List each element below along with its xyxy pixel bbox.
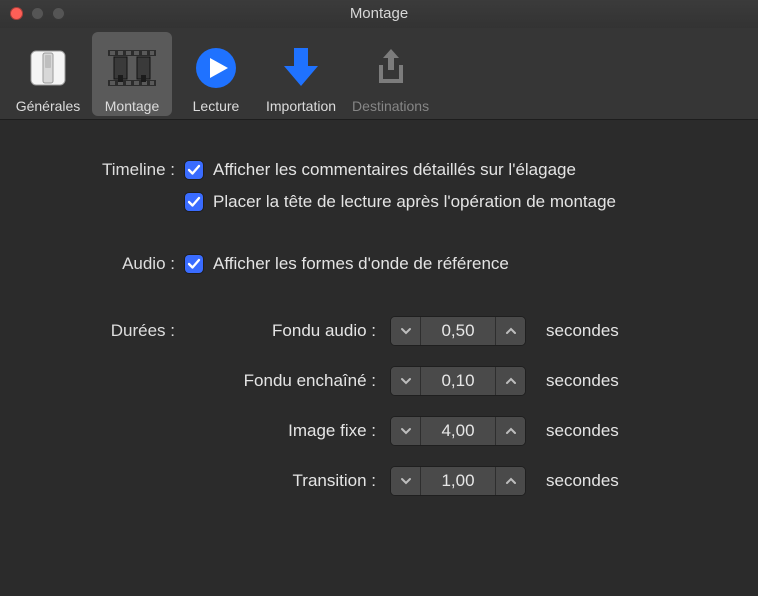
stepper-increment[interactable] <box>495 467 525 495</box>
close-window-button[interactable] <box>10 7 23 20</box>
duration-label: Transition : <box>30 471 390 491</box>
unit-label: secondes <box>546 421 619 441</box>
stepper-decrement[interactable] <box>391 467 421 495</box>
toolbar-tab-import[interactable]: Importation <box>260 32 342 116</box>
stepper-value: 4,00 <box>421 417 495 445</box>
toolbar-tab-label: Montage <box>105 98 159 114</box>
crossfade-stepper[interactable]: 0,10 <box>390 366 526 396</box>
stepper-decrement[interactable] <box>391 417 421 445</box>
stepper-increment[interactable] <box>495 367 525 395</box>
toolbar-tab-playback[interactable]: Lecture <box>176 32 256 116</box>
timeline-row-2: Placer la tête de lecture après l'opérat… <box>30 192 728 212</box>
audio-row: Audio : Afficher les formes d'onde de ré… <box>30 254 728 274</box>
section-label-durations: Durées : <box>30 321 185 341</box>
stepper-increment[interactable] <box>495 317 525 345</box>
filmstrip-icon <box>106 42 158 94</box>
still-image-stepper[interactable]: 4,00 <box>390 416 526 446</box>
checkbox-trim-comments[interactable] <box>185 161 203 179</box>
play-icon <box>190 42 242 94</box>
duration-label: Fondu audio : <box>185 321 390 341</box>
duration-label: Image fixe : <box>30 421 390 441</box>
stepper-value: 1,00 <box>421 467 495 495</box>
durations-group: Durées : Fondu audio : 0,50 secondes Fon… <box>30 316 728 496</box>
section-label-audio: Audio : <box>30 254 185 274</box>
checkbox-playhead-after-edit[interactable] <box>185 193 203 211</box>
share-icon <box>365 42 417 94</box>
titlebar: Montage <box>0 0 758 28</box>
stepper-value: 0,50 <box>421 317 495 345</box>
audio-fade-stepper[interactable]: 0,50 <box>390 316 526 346</box>
transition-stepper[interactable]: 1,00 <box>390 466 526 496</box>
toolbar-tab-label: Générales <box>16 98 81 114</box>
minimize-window-button[interactable] <box>31 7 44 20</box>
section-label-timeline: Timeline : <box>30 160 185 180</box>
stepper-increment[interactable] <box>495 417 525 445</box>
checkbox-reference-waveforms[interactable] <box>185 255 203 273</box>
toolbar-tab-editing[interactable]: Montage <box>92 32 172 116</box>
toolbar-tab-label: Lecture <box>193 98 240 114</box>
checkbox-label: Afficher les formes d'onde de référence <box>213 254 509 274</box>
preferences-toolbar: Générales Montage <box>0 28 758 120</box>
zoom-window-button[interactable] <box>52 7 65 20</box>
unit-label: secondes <box>546 471 619 491</box>
switch-icon <box>22 42 74 94</box>
unit-label: secondes <box>546 371 619 391</box>
toolbar-tab-label: Destinations <box>352 98 429 114</box>
duration-row-still-image: Image fixe : 4,00 secondes <box>30 416 728 446</box>
duration-row-audio-fade: Durées : Fondu audio : 0,50 secondes <box>30 316 728 346</box>
preferences-content: Timeline : Afficher les commentaires dét… <box>0 120 758 546</box>
toolbar-tab-destinations[interactable]: Destinations <box>346 32 435 116</box>
unit-label: secondes <box>546 321 619 341</box>
checkbox-label: Afficher les commentaires détaillés sur … <box>213 160 576 180</box>
toolbar-tab-label: Importation <box>266 98 336 114</box>
duration-row-transition: Transition : 1,00 secondes <box>30 466 728 496</box>
toolbar-tab-general[interactable]: Générales <box>8 32 88 116</box>
stepper-decrement[interactable] <box>391 317 421 345</box>
timeline-row-1: Timeline : Afficher les commentaires dét… <box>30 160 728 180</box>
duration-row-crossfade: Fondu enchaîné : 0,10 secondes <box>30 366 728 396</box>
download-arrow-icon <box>275 42 327 94</box>
window-title: Montage <box>350 5 408 22</box>
duration-label: Fondu enchaîné : <box>30 371 390 391</box>
checkbox-label: Placer la tête de lecture après l'opérat… <box>213 192 616 212</box>
stepper-decrement[interactable] <box>391 367 421 395</box>
stepper-value: 0,10 <box>421 367 495 395</box>
window-controls <box>10 7 65 20</box>
